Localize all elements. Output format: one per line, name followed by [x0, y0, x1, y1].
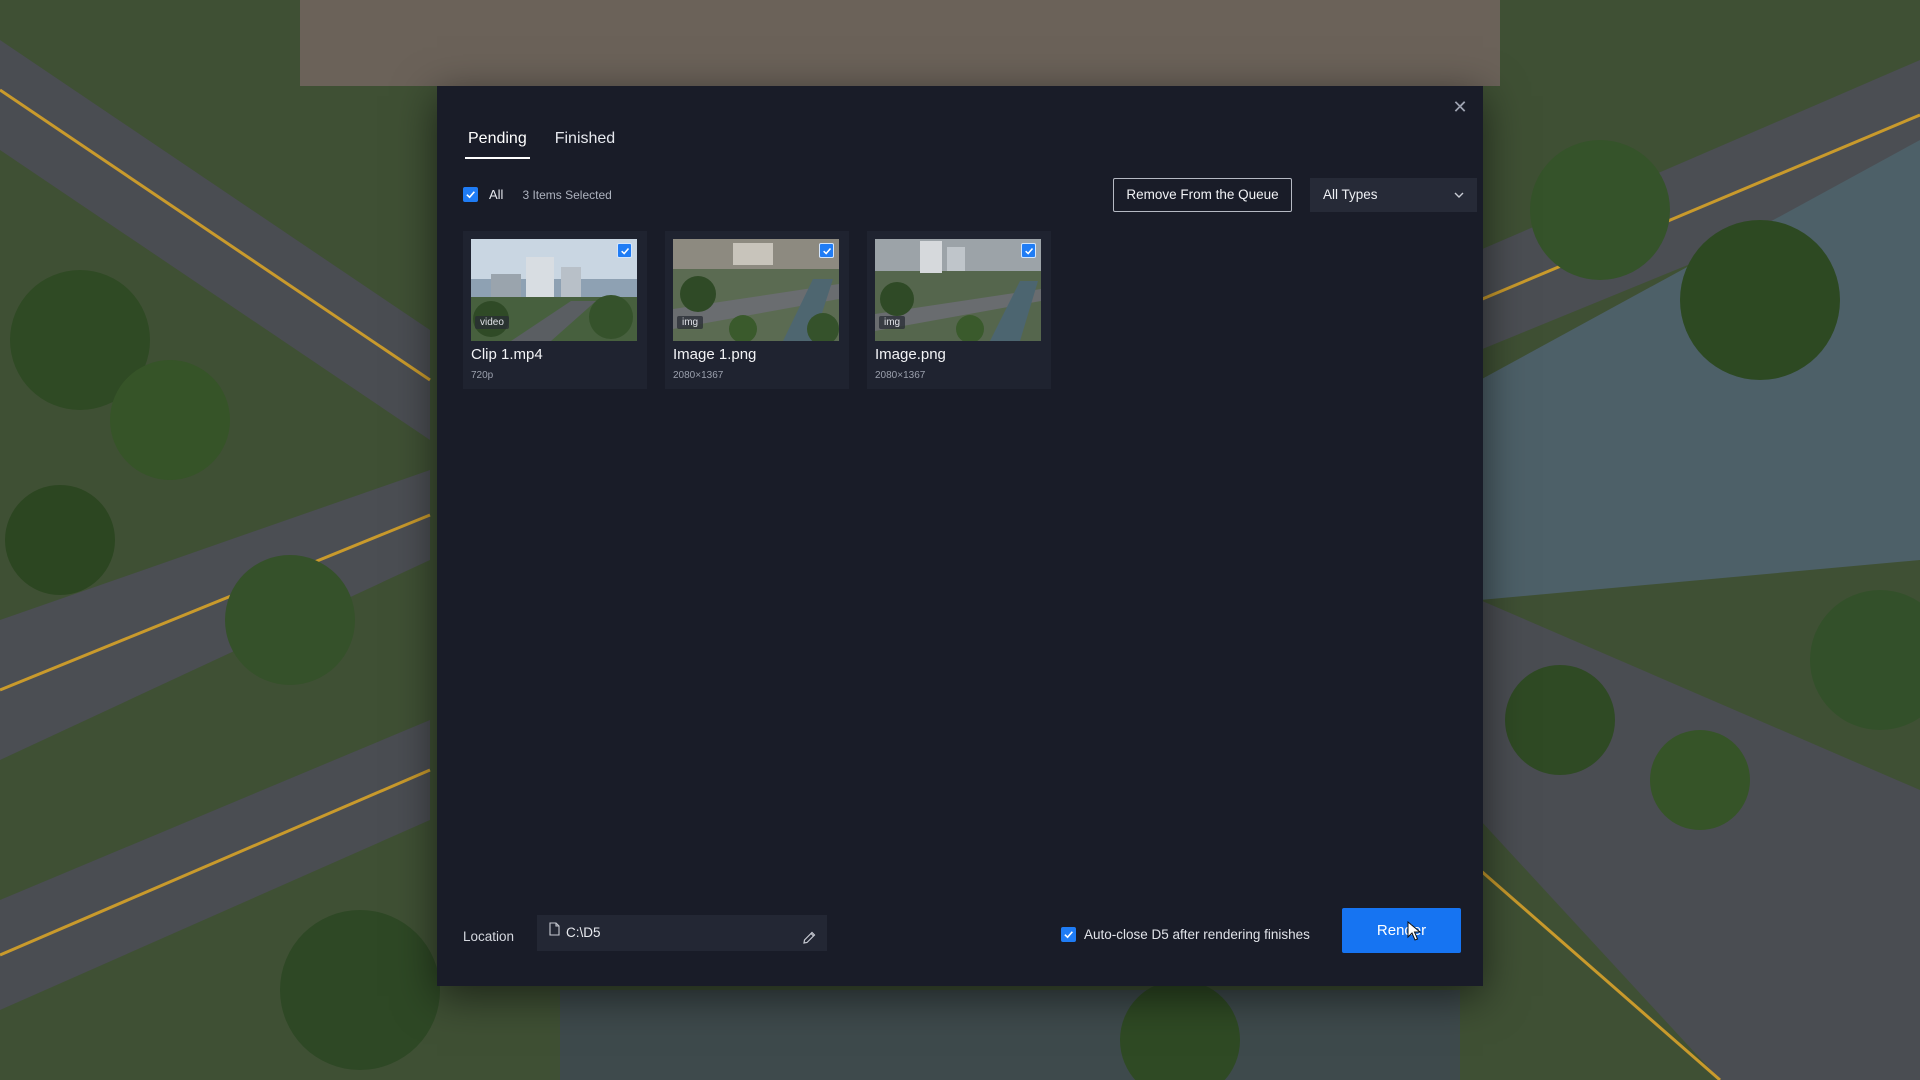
- auto-close-option[interactable]: Auto-close D5 after rendering finishes: [1061, 927, 1310, 942]
- check-icon: [620, 247, 629, 255]
- close-icon[interactable]: ✕: [1449, 96, 1471, 118]
- item-thumbnail: img: [673, 239, 839, 341]
- render-queue-dialog: ✕ Pending Finished All 3 Items Selected …: [437, 86, 1483, 986]
- item-detail: 720p: [471, 370, 494, 381]
- item-type-badge: video: [475, 316, 509, 329]
- check-icon: [1064, 931, 1073, 939]
- item-name: Clip 1.mp4: [471, 346, 543, 363]
- location-field[interactable]: C:\D5: [537, 915, 827, 951]
- item-name: Image.png: [875, 346, 946, 363]
- select-all-checkbox[interactable]: [463, 187, 478, 202]
- remove-from-queue-button[interactable]: Remove From the Queue: [1113, 178, 1292, 212]
- item-checkbox[interactable]: [819, 243, 834, 258]
- item-checkbox[interactable]: [617, 243, 632, 258]
- item-checkbox[interactable]: [1021, 243, 1036, 258]
- item-thumbnail: img: [875, 239, 1041, 341]
- selected-count: 3 Items Selected: [522, 187, 612, 202]
- select-all-label: All: [489, 187, 504, 202]
- queue-toolbar: All 3 Items Selected Remove From the Que…: [463, 177, 1477, 212]
- location-label: Location: [463, 929, 515, 944]
- type-filter-value: All Types: [1323, 187, 1378, 202]
- check-icon: [822, 247, 831, 255]
- mouse-cursor-icon: [1407, 921, 1421, 941]
- item-detail: 2080×1367: [673, 370, 724, 381]
- item-thumbnail: video: [471, 239, 637, 341]
- item-name: Image 1.png: [673, 346, 757, 363]
- item-detail: 2080×1367: [875, 370, 926, 381]
- check-icon: [1024, 247, 1033, 255]
- edit-icon[interactable]: [801, 924, 817, 960]
- item-type-badge: img: [677, 316, 704, 329]
- chevron-down-icon: [1454, 178, 1464, 225]
- tab-finished[interactable]: Finished: [552, 130, 618, 159]
- dialog-footer: Location C:\D5 Auto-close D5 after rende…: [463, 908, 1461, 961]
- type-filter-dropdown[interactable]: All Types: [1310, 178, 1477, 212]
- queue-list: video Clip 1.mp4 720p img Image 1.png 20…: [463, 231, 1051, 389]
- queue-item[interactable]: img Image 1.png 2080×1367: [665, 231, 849, 389]
- tab-pending[interactable]: Pending: [465, 130, 530, 159]
- location-path: C:\D5: [566, 925, 601, 940]
- file-icon: [549, 914, 560, 950]
- render-button[interactable]: Render: [1342, 908, 1461, 953]
- auto-close-checkbox[interactable]: [1061, 927, 1076, 942]
- queue-item[interactable]: video Clip 1.mp4 720p: [463, 231, 647, 389]
- tab-bar: Pending Finished: [465, 130, 618, 159]
- select-all-control[interactable]: All 3 Items Selected: [463, 187, 612, 202]
- check-icon: [466, 191, 475, 199]
- auto-close-label: Auto-close D5 after rendering finishes: [1084, 927, 1310, 942]
- item-type-badge: img: [879, 316, 906, 329]
- queue-item[interactable]: img Image.png 2080×1367: [867, 231, 1051, 389]
